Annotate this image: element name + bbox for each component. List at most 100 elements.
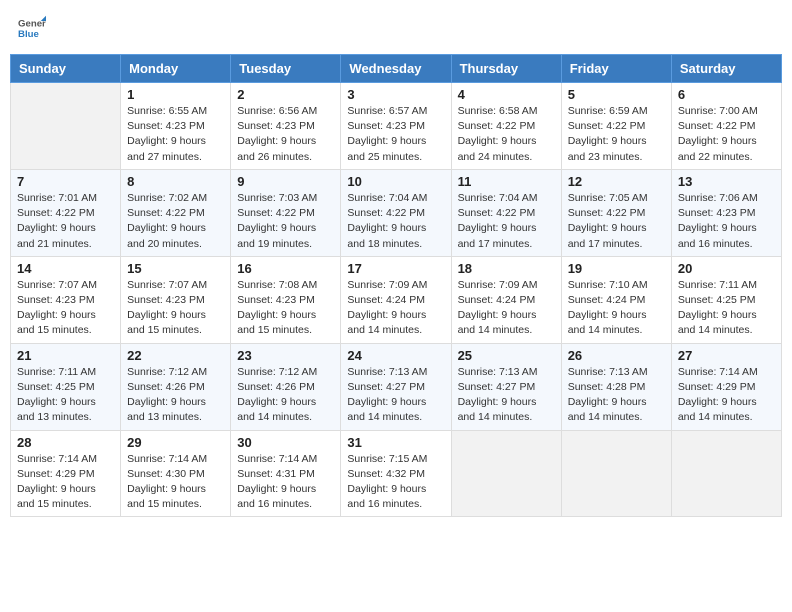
calendar-cell — [451, 430, 561, 517]
calendar-cell: 31 Sunrise: 7:15 AMSunset: 4:32 PMDayligh… — [341, 430, 451, 517]
day-number: 30 — [237, 435, 334, 450]
calendar-week-row: 7 Sunrise: 7:01 AMSunset: 4:22 PMDaylight… — [11, 169, 782, 256]
day-info: Sunrise: 7:01 AMSunset: 4:22 PMDaylight:… — [17, 191, 114, 252]
calendar-cell: 20 Sunrise: 7:11 AMSunset: 4:25 PMDayligh… — [671, 256, 781, 343]
calendar-cell: 2 Sunrise: 6:56 AMSunset: 4:23 PMDaylight… — [231, 83, 341, 170]
day-number: 27 — [678, 348, 775, 363]
calendar-cell: 1 Sunrise: 6:55 AMSunset: 4:23 PMDaylight… — [121, 83, 231, 170]
day-number: 28 — [17, 435, 114, 450]
calendar-cell: 29 Sunrise: 7:14 AMSunset: 4:30 PMDayligh… — [121, 430, 231, 517]
day-info: Sunrise: 7:14 AMSunset: 4:31 PMDaylight:… — [237, 452, 334, 513]
day-info: Sunrise: 7:04 AMSunset: 4:22 PMDaylight:… — [347, 191, 444, 252]
day-info: Sunrise: 7:15 AMSunset: 4:32 PMDaylight:… — [347, 452, 444, 513]
calendar-cell: 7 Sunrise: 7:01 AMSunset: 4:22 PMDaylight… — [11, 169, 121, 256]
day-number: 9 — [237, 174, 334, 189]
day-number: 4 — [458, 87, 555, 102]
logo-icon: General Blue — [18, 14, 46, 42]
calendar-cell: 4 Sunrise: 6:58 AMSunset: 4:22 PMDaylight… — [451, 83, 561, 170]
day-number: 11 — [458, 174, 555, 189]
day-number: 22 — [127, 348, 224, 363]
calendar-cell: 17 Sunrise: 7:09 AMSunset: 4:24 PMDayligh… — [341, 256, 451, 343]
day-number: 13 — [678, 174, 775, 189]
day-number: 3 — [347, 87, 444, 102]
calendar-cell: 27 Sunrise: 7:14 AMSunset: 4:29 PMDayligh… — [671, 343, 781, 430]
day-info: Sunrise: 7:12 AMSunset: 4:26 PMDaylight:… — [237, 365, 334, 426]
day-number: 16 — [237, 261, 334, 276]
day-number: 26 — [568, 348, 665, 363]
day-info: Sunrise: 7:09 AMSunset: 4:24 PMDaylight:… — [347, 278, 444, 339]
calendar-cell: 5 Sunrise: 6:59 AMSunset: 4:22 PMDaylight… — [561, 83, 671, 170]
day-number: 1 — [127, 87, 224, 102]
calendar-cell: 8 Sunrise: 7:02 AMSunset: 4:22 PMDaylight… — [121, 169, 231, 256]
day-number: 7 — [17, 174, 114, 189]
calendar-cell: 15Sunrise: 7:07 AMSunset: 4:23 PMDayligh… — [121, 256, 231, 343]
day-info: Sunrise: 7:08 AMSunset: 4:23 PMDaylight:… — [237, 278, 334, 339]
calendar-table: SundayMondayTuesdayWednesdayThursdayFrid… — [10, 54, 782, 517]
calendar-cell: 23 Sunrise: 7:12 AMSunset: 4:26 PMDayligh… — [231, 343, 341, 430]
day-info: Sunrise: 7:11 AMSunset: 4:25 PMDaylight:… — [17, 365, 114, 426]
day-number: 8 — [127, 174, 224, 189]
day-number: 23 — [237, 348, 334, 363]
day-header-sunday: Sunday — [11, 55, 121, 83]
day-number: 2 — [237, 87, 334, 102]
day-info: Sunrise: 7:02 AMSunset: 4:22 PMDaylight:… — [127, 191, 224, 252]
day-info: Sunrise: 7:14 AMSunset: 4:30 PMDaylight:… — [127, 452, 224, 513]
calendar-cell: 18Sunrise: 7:09 AMSunset: 4:24 PMDayligh… — [451, 256, 561, 343]
calendar-cell: 25 Sunrise: 7:13 AMSunset: 4:27 PMDayligh… — [451, 343, 561, 430]
calendar-week-row: 21Sunrise: 7:11 AMSunset: 4:25 PMDayligh… — [11, 343, 782, 430]
day-number: 6 — [678, 87, 775, 102]
calendar-cell: 24 Sunrise: 7:13 AMSunset: 4:27 PMDayligh… — [341, 343, 451, 430]
calendar-cell: 16 Sunrise: 7:08 AMSunset: 4:23 PMDayligh… — [231, 256, 341, 343]
calendar-cell: 21Sunrise: 7:11 AMSunset: 4:25 PMDayligh… — [11, 343, 121, 430]
day-info: Sunrise: 7:13 AMSunset: 4:27 PMDaylight:… — [458, 365, 555, 426]
calendar-cell: 22 Sunrise: 7:12 AMSunset: 4:26 PMDayligh… — [121, 343, 231, 430]
calendar-cell: 6 Sunrise: 7:00 AMSunset: 4:22 PMDaylight… — [671, 83, 781, 170]
day-info: Sunrise: 7:11 AMSunset: 4:25 PMDaylight:… — [678, 278, 775, 339]
day-number: 25 — [458, 348, 555, 363]
day-info: Sunrise: 7:14 AMSunset: 4:29 PMDaylight:… — [17, 452, 114, 513]
day-number: 29 — [127, 435, 224, 450]
day-info: Sunrise: 6:58 AMSunset: 4:22 PMDaylight:… — [458, 104, 555, 165]
day-number: 20 — [678, 261, 775, 276]
calendar-cell — [561, 430, 671, 517]
day-info: Sunrise: 7:03 AMSunset: 4:22 PMDaylight:… — [237, 191, 334, 252]
day-header-tuesday: Tuesday — [231, 55, 341, 83]
day-number: 19 — [568, 261, 665, 276]
day-header-friday: Friday — [561, 55, 671, 83]
day-header-monday: Monday — [121, 55, 231, 83]
day-info: Sunrise: 6:55 AMSunset: 4:23 PMDaylight:… — [127, 104, 224, 165]
day-number: 31 — [347, 435, 444, 450]
day-info: Sunrise: 7:12 AMSunset: 4:26 PMDaylight:… — [127, 365, 224, 426]
day-info: Sunrise: 6:57 AMSunset: 4:23 PMDaylight:… — [347, 104, 444, 165]
day-info: Sunrise: 7:09 AMSunset: 4:24 PMDaylight:… — [458, 278, 555, 339]
day-number: 10 — [347, 174, 444, 189]
day-number: 24 — [347, 348, 444, 363]
day-info: Sunrise: 7:13 AMSunset: 4:28 PMDaylight:… — [568, 365, 665, 426]
calendar-cell: 26 Sunrise: 7:13 AMSunset: 4:28 PMDayligh… — [561, 343, 671, 430]
day-header-saturday: Saturday — [671, 55, 781, 83]
day-number: 14 — [17, 261, 114, 276]
day-header-wednesday: Wednesday — [341, 55, 451, 83]
day-info: Sunrise: 6:56 AMSunset: 4:23 PMDaylight:… — [237, 104, 334, 165]
day-number: 15 — [127, 261, 224, 276]
day-info: Sunrise: 7:07 AMSunset: 4:23 PMDaylight:… — [17, 278, 114, 339]
calendar-header-row: SundayMondayTuesdayWednesdayThursdayFrid… — [11, 55, 782, 83]
calendar-week-row: 28 Sunrise: 7:14 AMSunset: 4:29 PMDayligh… — [11, 430, 782, 517]
day-info: Sunrise: 6:59 AMSunset: 4:22 PMDaylight:… — [568, 104, 665, 165]
day-number: 12 — [568, 174, 665, 189]
calendar-cell: 13Sunrise: 7:06 AMSunset: 4:23 PMDayligh… — [671, 169, 781, 256]
calendar-week-row: 14 Sunrise: 7:07 AMSunset: 4:23 PMDayligh… — [11, 256, 782, 343]
day-number: 5 — [568, 87, 665, 102]
day-number: 17 — [347, 261, 444, 276]
calendar-cell: 9 Sunrise: 7:03 AMSunset: 4:22 PMDaylight… — [231, 169, 341, 256]
logo: General Blue — [18, 14, 46, 42]
day-info: Sunrise: 7:00 AMSunset: 4:22 PMDaylight:… — [678, 104, 775, 165]
calendar-cell — [11, 83, 121, 170]
calendar-cell — [671, 430, 781, 517]
day-info: Sunrise: 7:10 AMSunset: 4:24 PMDaylight:… — [568, 278, 665, 339]
day-info: Sunrise: 7:13 AMSunset: 4:27 PMDaylight:… — [347, 365, 444, 426]
calendar-cell: 12Sunrise: 7:05 AMSunset: 4:22 PMDayligh… — [561, 169, 671, 256]
calendar-cell: 30 Sunrise: 7:14 AMSunset: 4:31 PMDayligh… — [231, 430, 341, 517]
day-info: Sunrise: 7:14 AMSunset: 4:29 PMDaylight:… — [678, 365, 775, 426]
calendar-cell: 28 Sunrise: 7:14 AMSunset: 4:29 PMDayligh… — [11, 430, 121, 517]
